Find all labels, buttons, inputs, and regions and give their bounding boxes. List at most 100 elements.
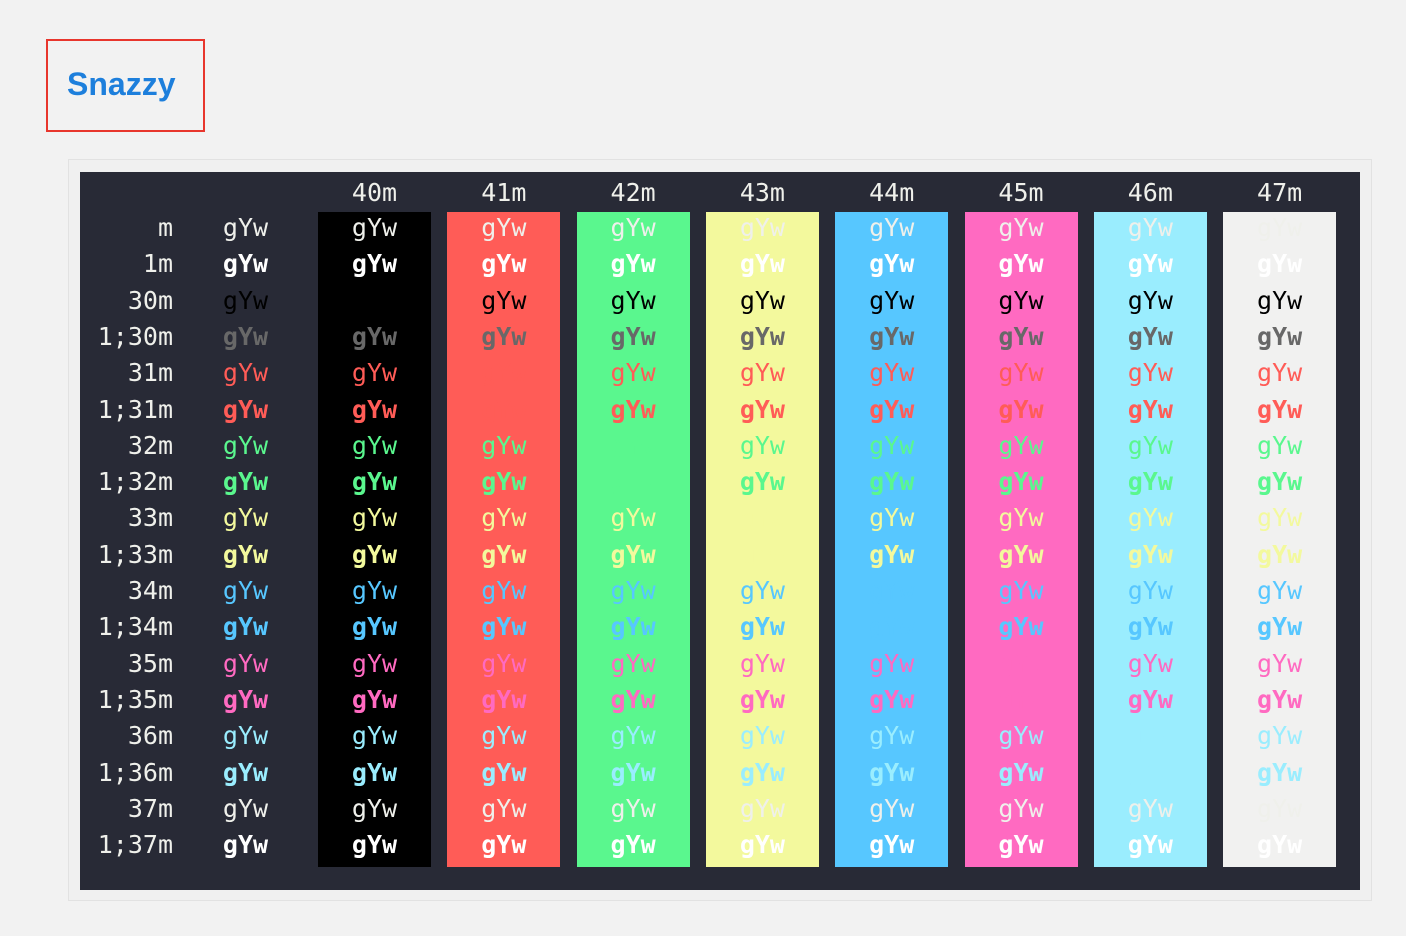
sample-cell: gYw — [869, 285, 915, 315]
row-label: 1;32m — [97, 467, 173, 497]
theme-title-link[interactable]: Snazzy — [67, 64, 175, 104]
sample-cell: gYw — [869, 394, 915, 424]
sample-cell: gYw — [998, 285, 1044, 315]
column-header: 46m — [1127, 178, 1173, 207]
sample-cell: gYw — [610, 793, 656, 823]
column-header: 45m — [998, 178, 1044, 207]
sample-cell: gYw — [610, 249, 656, 279]
sample-cell: gYw — [739, 757, 785, 787]
sample-cell: gYw — [481, 321, 527, 351]
sample-cell: gYw — [222, 285, 269, 315]
sample-cell: gYw — [610, 285, 656, 315]
sample-cell: gYw — [610, 358, 656, 388]
sample-cell: gYw — [351, 430, 398, 460]
column-header: 40m — [351, 178, 398, 207]
sample-cell: gYw — [1257, 684, 1303, 714]
sample-cell: gYw — [222, 830, 269, 860]
sample-cell: gYw — [610, 430, 656, 460]
sample-cell: gYw — [998, 503, 1044, 533]
sample-cell: gYw — [1127, 358, 1173, 388]
sample-cell: gYw — [998, 757, 1044, 787]
sample-cell: gYw — [222, 358, 269, 388]
row-label: 37m — [127, 793, 173, 823]
sample-cell: gYw — [998, 830, 1044, 860]
sample-cell: gYw — [1127, 576, 1173, 605]
sample-cell: gYw — [481, 285, 527, 315]
sample-cell: gYw — [998, 576, 1044, 605]
sample-cell: gYw — [351, 539, 398, 569]
sample-cell: gYw — [869, 321, 915, 351]
sample-cell: gYw — [998, 684, 1044, 714]
sample-cell: gYw — [739, 249, 785, 279]
sample-cell: gYw — [610, 721, 656, 751]
sample-cell: gYw — [869, 503, 915, 533]
sample-cell: gYw — [739, 684, 785, 714]
sample-cell: gYw — [739, 430, 785, 460]
sample-cell: gYw — [1127, 213, 1173, 242]
sample-cell: gYw — [869, 612, 915, 642]
row-label: 1;35m — [97, 684, 173, 714]
row-label: 1;34m — [97, 612, 173, 642]
row-label: 1;30m — [97, 321, 173, 351]
row-label: m — [157, 213, 173, 242]
sample-cell: gYw — [351, 213, 398, 242]
row-label: 33m — [127, 503, 173, 533]
sample-cell: gYw — [481, 358, 527, 388]
sample-cell: gYw — [222, 612, 269, 642]
sample-cell: gYw — [869, 213, 915, 242]
sample-cell: gYw — [222, 321, 269, 351]
sample-cell: gYw — [610, 830, 656, 860]
sample-cell: gYw — [610, 648, 656, 678]
sample-cell: gYw — [610, 467, 656, 497]
sample-cell: gYw — [351, 830, 398, 860]
column-header: 41m — [481, 178, 527, 207]
sample-cell: gYw — [351, 467, 398, 497]
sample-cell: gYw — [1257, 539, 1303, 569]
row-label: 1;36m — [97, 757, 173, 787]
sample-cell: gYw — [998, 467, 1044, 497]
sample-cell: gYw — [998, 793, 1044, 823]
sample-cell: gYw — [481, 612, 527, 642]
sample-cell: gYw — [1127, 503, 1173, 533]
sample-cell: gYw — [1127, 648, 1173, 678]
sample-cell: gYw — [610, 503, 656, 533]
sample-cell: gYw — [1127, 684, 1173, 714]
sample-cell: gYw — [1127, 430, 1173, 460]
sample-cell: gYw — [998, 249, 1044, 279]
sample-cell: gYw — [222, 721, 269, 751]
sample-cell: gYw — [610, 539, 656, 569]
sample-cell: gYw — [1257, 467, 1303, 497]
sample-cell: gYw — [998, 612, 1044, 642]
sample-cell: gYw — [610, 394, 656, 424]
sample-cell: gYw — [481, 467, 527, 497]
row-label: 32m — [127, 430, 173, 460]
sample-cell: gYw — [1127, 394, 1173, 424]
sample-cell: gYw — [869, 467, 915, 497]
sample-cell: gYw — [610, 576, 656, 605]
sample-cell: gYw — [1257, 358, 1303, 388]
sample-cell: gYw — [481, 430, 527, 460]
sample-cell: gYw — [222, 467, 269, 497]
sample-cell: gYw — [739, 830, 785, 860]
sample-cell: gYw — [1257, 285, 1303, 315]
sample-cell: gYw — [1257, 721, 1303, 751]
row-label: 1;31m — [97, 394, 173, 424]
sample-cell: gYw — [610, 213, 656, 242]
sample-cell: gYw — [869, 757, 915, 787]
row-label: 30m — [127, 285, 173, 315]
sample-cell: gYw — [869, 358, 915, 388]
sample-cell: gYw — [1127, 612, 1173, 642]
sample-cell: gYw — [998, 213, 1044, 242]
sample-cell: gYw — [222, 648, 269, 678]
sample-cell: gYw — [1127, 721, 1173, 751]
sample-cell: gYw — [739, 213, 785, 242]
sample-cell: gYw — [351, 358, 398, 388]
sample-cell: gYw — [610, 321, 656, 351]
sample-cell: gYw — [351, 721, 398, 751]
sample-cell: gYw — [351, 684, 398, 714]
sample-cell: gYw — [610, 757, 656, 787]
sample-cell: gYw — [1257, 793, 1303, 823]
sample-cell: gYw — [1127, 757, 1173, 787]
column-header: 47m — [1257, 178, 1303, 207]
sample-cell: gYw — [869, 721, 915, 751]
